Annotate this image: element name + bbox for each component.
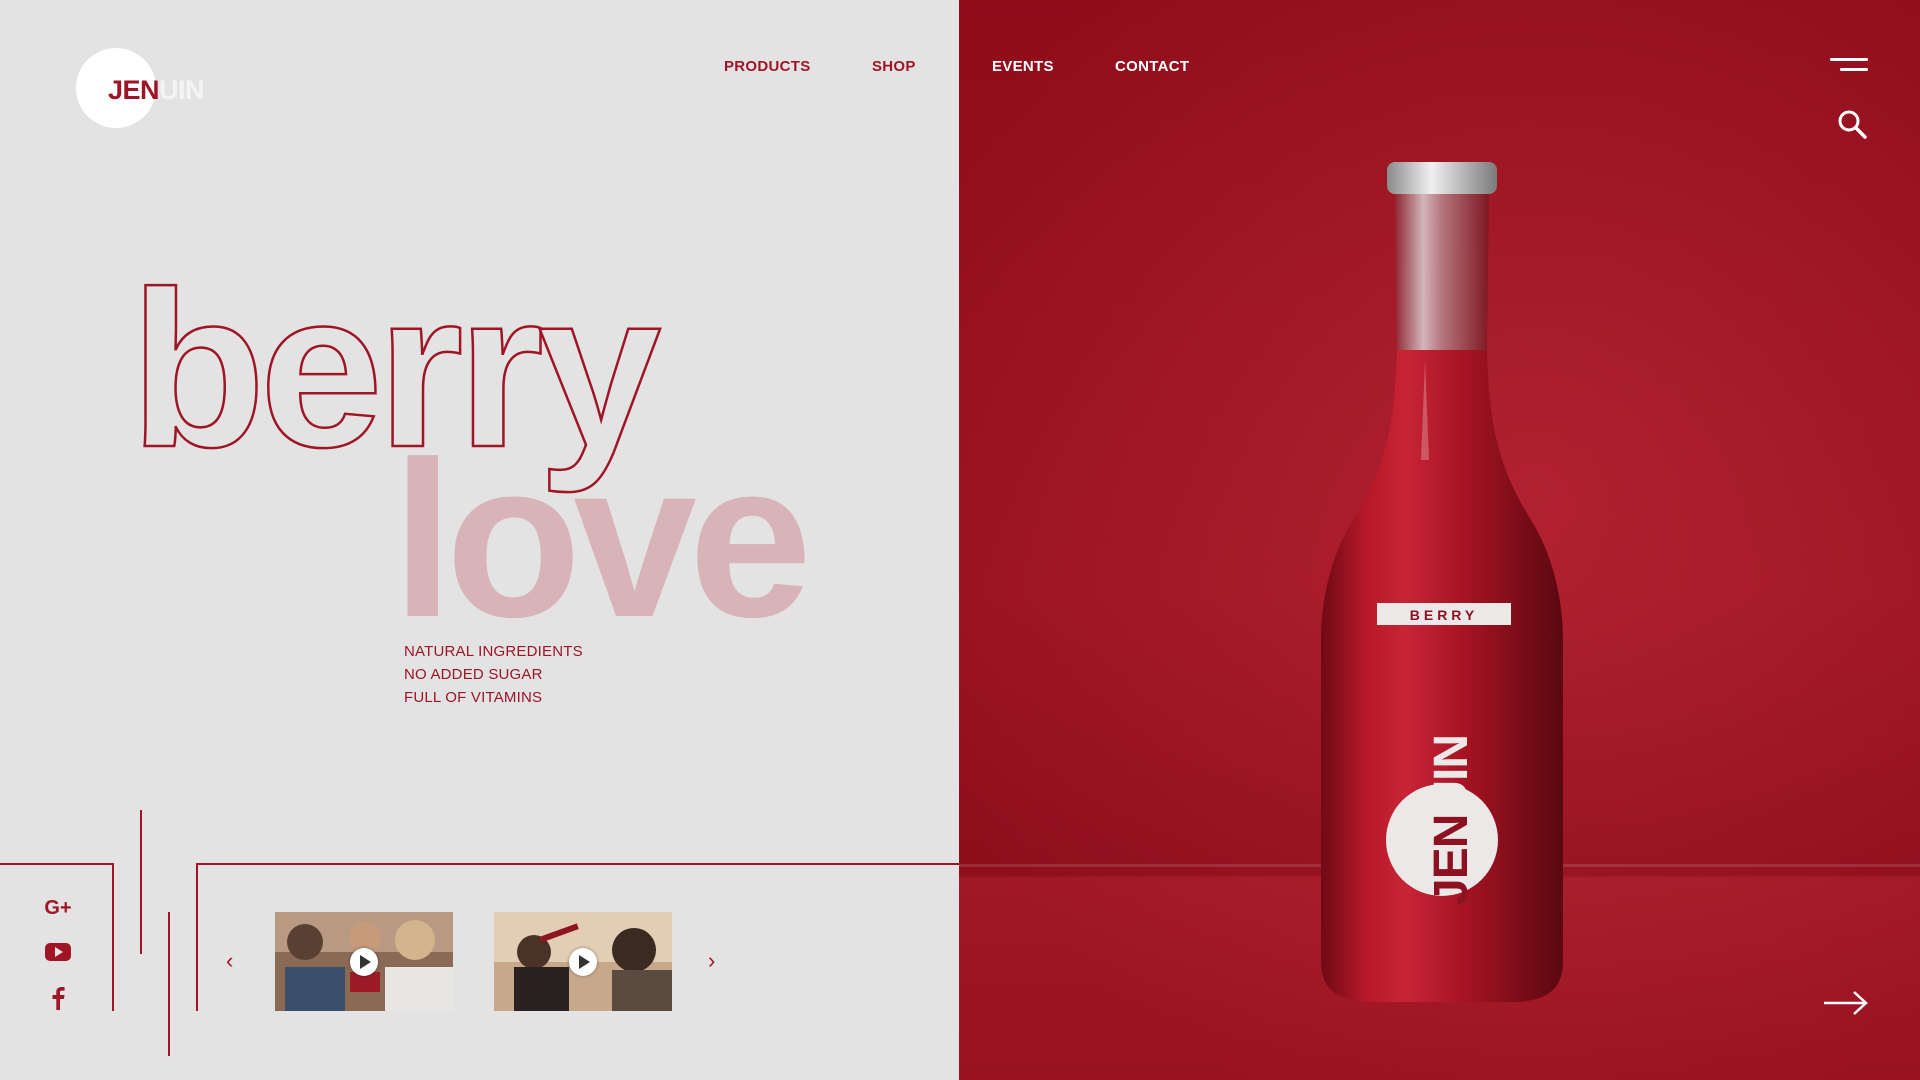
nav-contact[interactable]: CONTACT	[1115, 58, 1189, 75]
divider-line	[168, 912, 170, 1056]
carousel-next-button[interactable]: ›	[708, 948, 715, 974]
play-icon[interactable]	[569, 948, 597, 976]
hamburger-menu-icon[interactable]	[1826, 56, 1872, 76]
feature-item: NATURAL INGREDIENTS	[404, 643, 583, 660]
bottle-brand-part2: UIN	[1425, 735, 1478, 815]
divider-line	[140, 810, 142, 954]
bottle-cap	[1387, 162, 1497, 194]
headline-love: love	[392, 416, 812, 664]
nav-products[interactable]: PRODUCTS	[724, 58, 811, 75]
svg-text:JENUIN: JENUIN	[1425, 735, 1478, 905]
carousel-prev-button[interactable]: ‹	[226, 948, 233, 974]
arrow-right-icon[interactable]	[1822, 988, 1870, 1018]
logo-part2: UIN	[159, 75, 205, 105]
play-icon[interactable]	[350, 948, 378, 976]
logo[interactable]: JENUIN	[108, 74, 205, 106]
divider-line	[196, 863, 198, 1011]
google-plus-label: G+	[44, 897, 71, 919]
facebook-icon[interactable]	[43, 983, 73, 1013]
flavor-label: BERRY	[1410, 607, 1479, 623]
youtube-icon[interactable]	[43, 937, 73, 967]
nav-events[interactable]: EVENTS	[992, 58, 1054, 75]
feature-item: FULL OF VITAMINS	[404, 689, 543, 706]
divider-line	[112, 863, 114, 1011]
video-thumbnail[interactable]	[275, 912, 453, 1011]
logo-part1: JEN	[108, 75, 160, 105]
nav-shop[interactable]: SHOP	[872, 58, 916, 75]
divider-line	[0, 863, 114, 865]
divider-line	[196, 863, 959, 865]
bottle-brand-part1: JEN	[1425, 815, 1478, 905]
google-plus-icon[interactable]: G+	[43, 892, 73, 922]
video-thumbnail[interactable]	[494, 912, 672, 1011]
product-bottle-image: BERRY JENUIN	[1321, 162, 1563, 1002]
search-icon[interactable]	[1836, 108, 1868, 140]
feature-item: NO ADDED SUGAR	[404, 666, 543, 683]
